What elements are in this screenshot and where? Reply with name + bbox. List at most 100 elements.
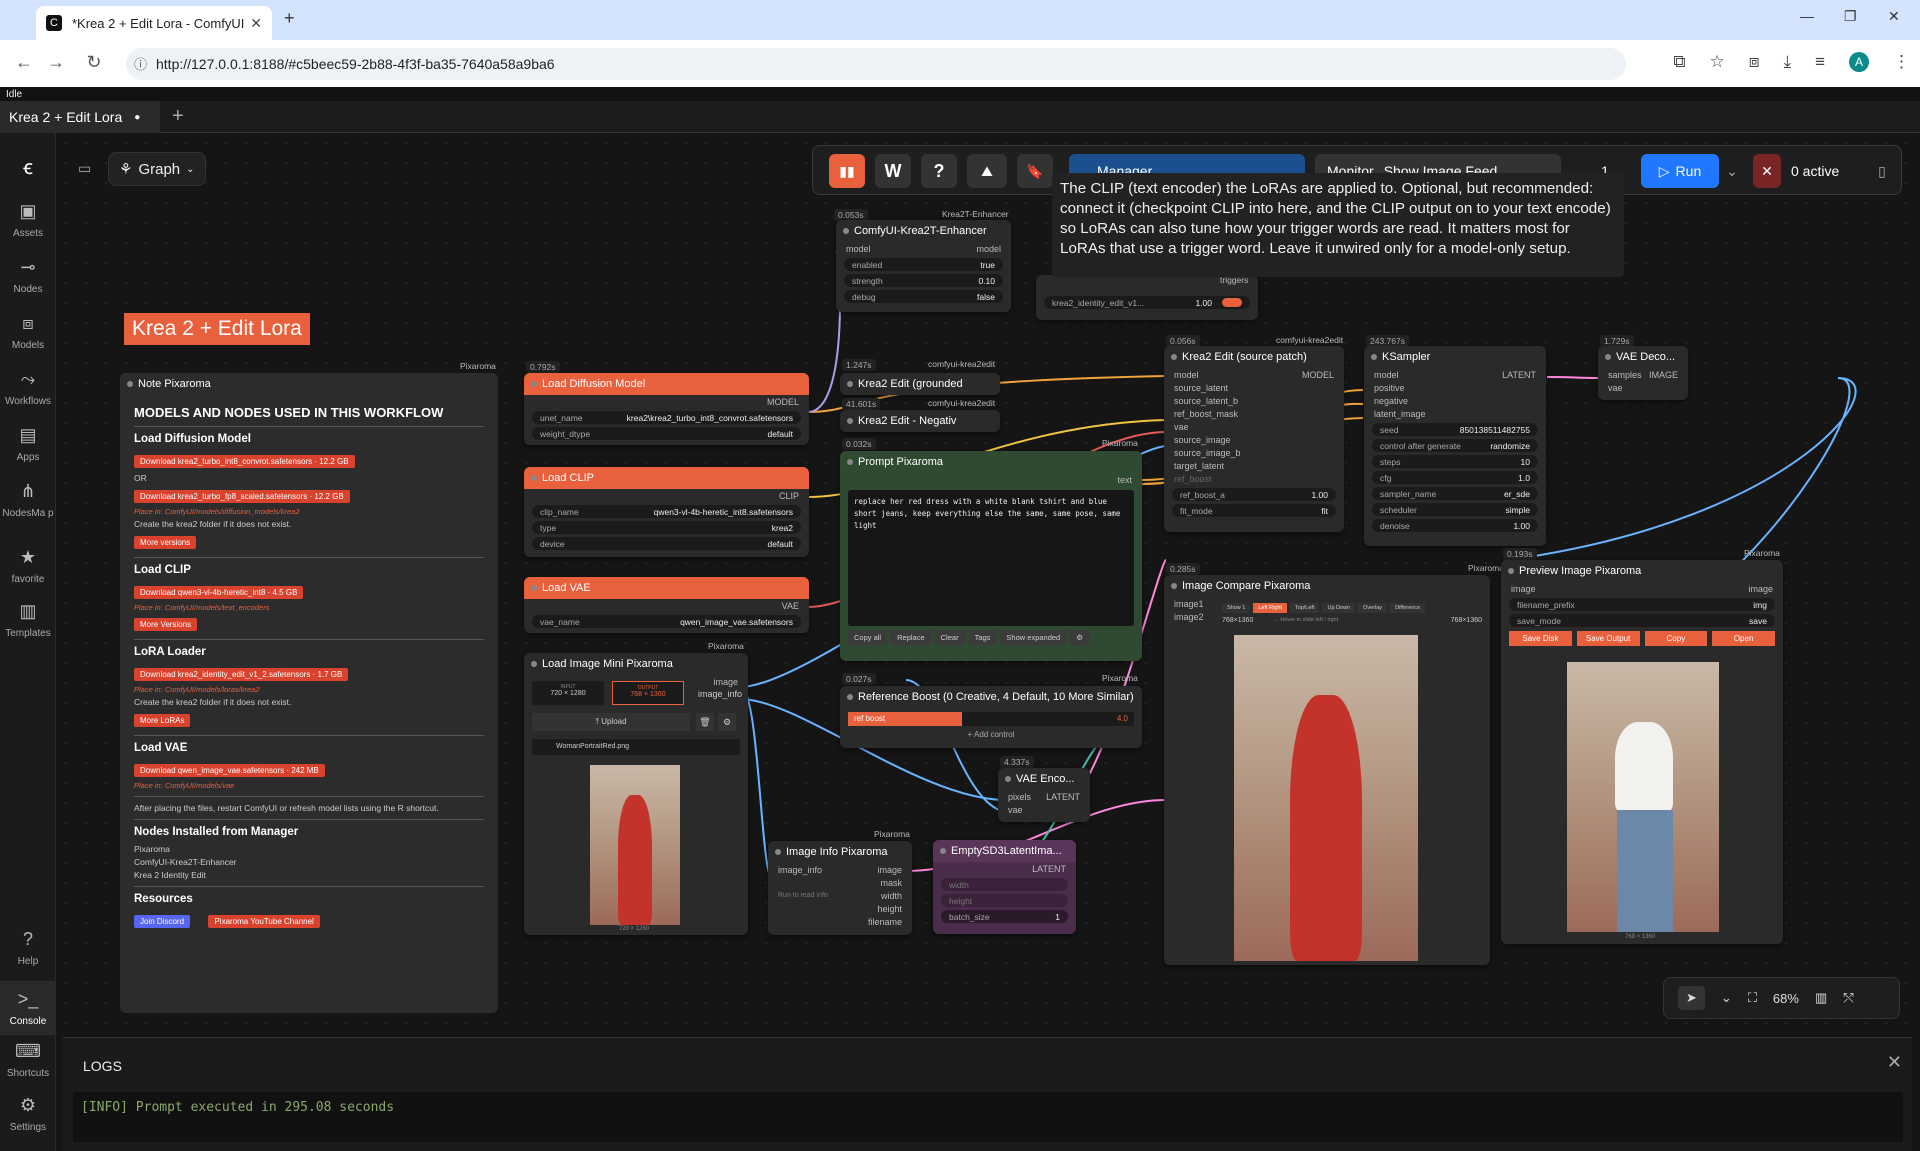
prompt-pixaroma-node[interactable]: Prompt Pixaroma text replace her red dre… [840,451,1142,661]
tags-button[interactable]: Tags [968,630,997,645]
replace-button[interactable]: Replace [891,630,931,645]
empty-sd3-latent-node[interactable]: EmptySD3LatentIma... LATENT width height… [933,840,1076,934]
cfg-widget[interactable]: cfg 1.0 [1372,471,1538,484]
mode-tab[interactable]: Top/Left [1289,603,1320,613]
more-link[interactable]: More Versions [134,618,198,631]
mode-tab[interactable]: Difference [1390,603,1426,613]
download-link[interactable]: Download krea2_turbo_int8_convrot.safete… [134,455,355,468]
scheduler-widget[interactable]: scheduler simple [1372,503,1538,516]
steps-widget[interactable]: steps 10 [1372,455,1538,468]
reload-icon[interactable]: ↻ [78,52,110,73]
upload-button[interactable]: ⤒ Upload [532,713,690,731]
chevron-down-icon[interactable]: ⌄ [1721,990,1732,1006]
copy-all-button[interactable]: Copy all [848,630,888,645]
sidebar-item-nodesmap[interactable]: ⋔ NodesMa p [0,481,56,519]
help-button[interactable]: ? [921,154,957,188]
url-field[interactable]: ⓘ http://127.0.0.1:8188/#c5beec59-2b88-4… [126,48,1626,80]
sidebar-item-workflows[interactable]: ⤳ Workflows [0,369,56,407]
discord-link[interactable]: Join Discord [134,915,191,928]
device-widget[interactable]: device default [532,537,801,550]
pointer-icon[interactable]: ➤ [1678,986,1705,1010]
links-hidden-icon[interactable]: ⤲ [1843,990,1853,1006]
sidebar-item-help[interactable]: ? Help [0,929,56,967]
bookmark-icon[interactable]: 🔖 [1017,154,1053,188]
width-widget[interactable]: width [941,878,1068,891]
w-button[interactable]: W [875,154,911,188]
mode-tab[interactable]: Up Down [1322,603,1356,613]
run-options-chevron-icon[interactable]: ⌄ [1723,154,1741,188]
sidebar-item-nodes[interactable]: ⊸ Nodes [0,257,56,295]
height-widget[interactable]: height [941,894,1068,907]
zoom-level[interactable]: 68% [1773,991,1799,1006]
save-disk-button[interactable]: Save Disk [1509,631,1572,646]
sampler-name-widget[interactable]: sampler_name er_sde [1372,487,1538,500]
prompt-textarea[interactable]: replace her red dress with a white blank… [848,490,1134,626]
stop-button[interactable]: ✕ [1753,154,1781,188]
sidebar-item-assets[interactable]: ▣ Assets [0,201,56,239]
add-workflow-icon[interactable]: + [172,105,184,128]
fit-view-icon[interactable]: ⛶ [1748,990,1757,1006]
more-link[interactable]: More LoRAs [134,714,191,727]
new-tab-icon[interactable]: + [284,8,295,29]
mountain-icon[interactable]: ⛰ [967,154,1007,188]
download-link[interactable]: Download krea2_turbo_fp8_scaled.safetens… [134,490,350,503]
graph-mode-button[interactable]: ⚘ Graph ⌄ [108,152,206,186]
ref-boost-a-widget[interactable]: ref_boost_a 1.00 [1172,488,1336,501]
download-link[interactable]: Download qwen3-vl-4b-heretic_int8 · 4.5 … [134,586,304,599]
install-icon[interactable]: ⧉ [1673,52,1685,72]
fit-mode-widget[interactable]: fit_mode fit [1172,504,1336,517]
settings-gear-icon[interactable]: ⚙ [1070,630,1089,645]
pixaroma-button[interactable]: ▮▮ [829,154,865,188]
compare-image[interactable] [1234,635,1418,961]
sidebar-item-console[interactable]: >_ Console [0,981,56,1035]
output-size-box[interactable]: OUTPUT 768 × 1360 [612,681,684,705]
close-tab-icon[interactable]: ✕ [250,15,262,32]
profile-avatar[interactable]: A [1849,52,1869,72]
youtube-link[interactable]: Pixaroma YouTube Channel [208,915,320,928]
site-info-icon[interactable]: ⓘ [134,54,147,73]
active-queue-label[interactable]: 0 active [1791,154,1861,188]
sidebar-item-models[interactable]: ⧈ Models [0,313,56,351]
delete-icon[interactable]: 🗑 [696,713,714,731]
menu-icon[interactable]: ⋮ [1893,52,1910,72]
mode-tab[interactable]: Left Right [1253,603,1287,613]
file-select[interactable]: WomanPortraitRed.png [532,739,740,755]
image-info-node[interactable]: Image Info Pixaroma image_info image mask… [768,841,912,935]
krea2t-enhancer-node[interactable]: ComfyUI-Krea2T-Enhancer model model enabl… [836,220,1011,312]
vae-decode-node[interactable]: VAE Deco... samples IMAGE vae [1598,346,1688,400]
note-node[interactable]: Note Pixaroma MODELS AND NODES USED IN T… [120,373,498,1013]
download-icon[interactable]: ⤓ [1784,52,1792,72]
minimize-icon[interactable]: — [1800,8,1814,24]
comfy-logo-icon[interactable]: ꞓ [0,153,56,180]
clear-button[interactable]: Clear [934,630,965,645]
load-image-mini-node[interactable]: Load Image Mini Pixaroma image INPUT 720 … [524,653,748,935]
download-link[interactable]: Download qwen_image_vae.safetensors · 24… [134,764,325,777]
save-mode-widget[interactable]: save_mode save [1509,614,1775,627]
add-control-button[interactable]: + Add control [840,730,1142,739]
sidebar-item-favorite[interactable]: ★ favorite [0,547,56,585]
ref-boost-slider[interactable]: ref boost 4.0 [848,712,1134,726]
clip-name-widget[interactable]: clip_name qwen3-vl-4b-heretic_int8.safete… [532,505,801,518]
close-icon[interactable]: ✕ [1887,1052,1902,1073]
copy-button[interactable]: Copy [1644,631,1708,646]
seed-widget[interactable]: seed 850138511482755 [1372,423,1538,436]
control-after-generate-widget[interactable]: control after generate randomize [1372,439,1538,452]
download-link[interactable]: Download krea2_identity_edit_v1_2.safete… [134,668,349,681]
unet-name-widget[interactable]: unet_name krea2\krea2_turbo_int8_convrot.… [532,411,801,424]
reference-boost-node[interactable]: Reference Boost (0 Creative, 4 Default, … [840,686,1142,748]
more-link[interactable]: More versions [134,536,197,549]
back-icon[interactable]: ← [8,52,40,73]
ksampler-node[interactable]: KSampler model LATENT positive negative l… [1364,346,1546,546]
open-button[interactable]: Open [1712,631,1775,646]
krea2-edit-grounded-node[interactable]: Krea2 Edit (grounded [840,373,1000,395]
weight-dtype-widget[interactable]: weight_dtype default [532,427,801,440]
media-icon[interactable]: ≡ [1815,52,1825,72]
load-diffusion-model-node[interactable]: Load Diffusion Model MODEL unet_name krea… [524,373,809,445]
browser-tab[interactable]: C *Krea 2 + Edit Lora - ComfyUI ✕ [36,6,272,40]
gear-icon[interactable]: ⚙ [718,713,736,731]
load-clip-node[interactable]: Load CLIP CLIP clip_name qwen3-vl-4b-here… [524,467,809,557]
forward-icon[interactable]: → [40,52,72,73]
right-panel-icon[interactable]: ▯ [1867,154,1897,188]
panel-toggle-icon[interactable]: ▭ [78,160,91,177]
lora-toggle[interactable] [1222,298,1242,307]
